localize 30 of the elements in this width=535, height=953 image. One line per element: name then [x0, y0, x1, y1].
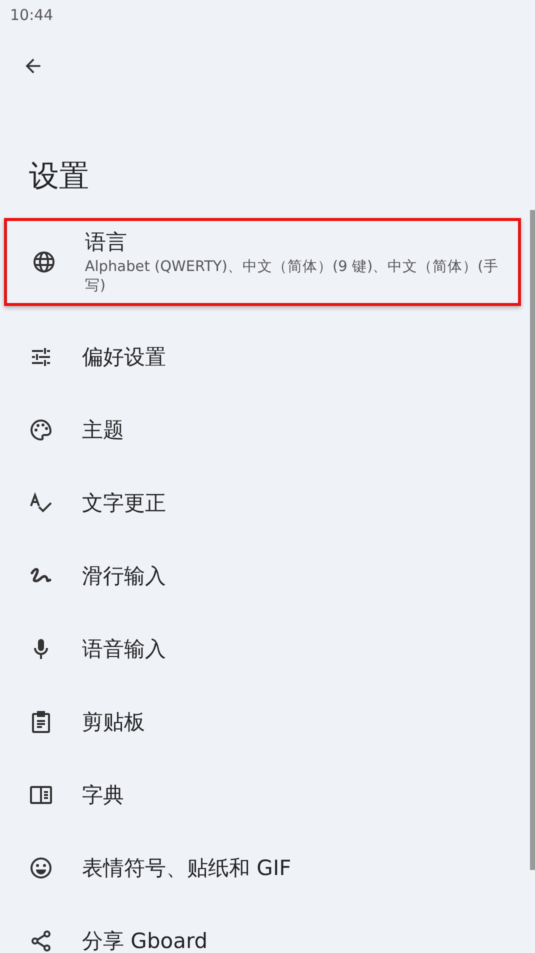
item-label: 文字更正	[82, 490, 166, 516]
item-label: 字典	[82, 782, 124, 808]
item-label: 表情符号、贴纸和 GIF	[82, 854, 292, 882]
settings-item[interactable]: 偏好设置	[4, 320, 521, 393]
item-label: 语音输入	[82, 636, 166, 662]
settings-item[interactable]: 分享 Gboard	[4, 904, 521, 953]
item-label: 主题	[82, 416, 124, 444]
settings-item[interactable]: 语音输入	[4, 612, 521, 685]
settings-item[interactable]: 语言 Alphabet (QWERTY)、中文（简体）(9 键)、中文（简体）(手写)	[4, 218, 521, 306]
share-icon	[29, 928, 53, 952]
item-label: 剪贴板	[82, 708, 145, 736]
settings-item[interactable]: 主题	[4, 393, 521, 466]
settings-item[interactable]: 剪贴板	[4, 685, 521, 758]
globe-icon	[32, 250, 56, 274]
settings-item[interactable]: 字典	[4, 758, 521, 831]
settings-item[interactable]: 滑行输入	[4, 539, 521, 612]
settings-item[interactable]: 表情符号、贴纸和 GIF	[4, 831, 521, 904]
settings-item[interactable]: 文字更正	[4, 466, 521, 539]
clipboard-icon	[29, 710, 53, 734]
item-label: 滑行输入	[82, 562, 166, 590]
scrollbar[interactable]	[530, 210, 535, 870]
item-label: 分享 Gboard	[82, 928, 208, 953]
palette-icon	[29, 418, 53, 442]
item-label: 偏好设置	[82, 344, 166, 370]
item-label: 语言	[84, 229, 128, 256]
spellcheck-icon	[29, 490, 53, 514]
item-summary: Alphabet (QWERTY)、中文（简体）(9 键)、中文（简体）(手写)	[84, 258, 500, 296]
status-time: 10:44	[10, 6, 54, 24]
page-title: 设置	[28, 158, 90, 194]
smiley-icon	[29, 856, 53, 880]
